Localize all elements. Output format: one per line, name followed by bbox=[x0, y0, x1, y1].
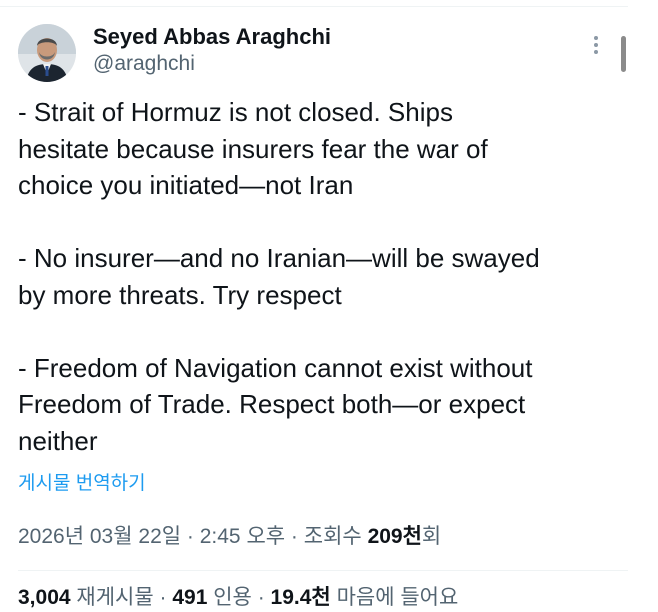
tweet-paragraph: - No insurer—and no Iranian—will be sway… bbox=[18, 243, 540, 310]
author-names: Seyed Abbas Araghchi @araghchi bbox=[93, 24, 331, 78]
engagement-stats: 3,004 재게시물 · 491 인용 · 19.4천 마음에 들어요 bbox=[18, 584, 458, 612]
scrollbar-thumb[interactable] bbox=[621, 36, 626, 72]
retweets-count[interactable]: 3,004 bbox=[18, 586, 71, 609]
more-vertical-icon[interactable] bbox=[588, 36, 604, 60]
avatar[interactable] bbox=[18, 24, 76, 82]
stats-divider bbox=[18, 570, 628, 571]
likes-count[interactable]: 19.4천 bbox=[271, 586, 331, 609]
more-dot bbox=[594, 50, 598, 54]
quotes-count[interactable]: 491 bbox=[172, 586, 207, 609]
translate-post-link[interactable]: 게시물 번역하기 bbox=[18, 472, 146, 496]
author-display-name[interactable]: Seyed Abbas Araghchi bbox=[93, 24, 331, 50]
tweet-paragraph: - Strait of Hormuz is not closed. Ships … bbox=[18, 97, 488, 200]
retweets-label[interactable]: 재게시물 · bbox=[71, 586, 173, 609]
tweet-text: - Strait of Hormuz is not closed. Ships … bbox=[18, 94, 638, 459]
views-label: 조회수 bbox=[303, 525, 368, 548]
likes-label[interactable]: 마음에 들어요 bbox=[331, 586, 459, 609]
views-suffix: 회 bbox=[421, 525, 442, 548]
meta-separator: · bbox=[181, 525, 200, 548]
tweet-header: Seyed Abbas Araghchi @araghchi bbox=[18, 24, 618, 84]
top-divider bbox=[0, 6, 628, 7]
tweet-metadata: 2026년 03월 22일 · 2:45 오후 · 조회수 209천회 bbox=[18, 523, 441, 551]
more-dot bbox=[594, 36, 598, 40]
quotes-label[interactable]: 인용 · bbox=[207, 586, 270, 609]
views-count: 209천 bbox=[367, 525, 422, 548]
tweet-paragraph: - Freedom of Navigation cannot exist wit… bbox=[18, 352, 533, 456]
meta-separator: · bbox=[285, 525, 304, 548]
post-date[interactable]: 2026년 03월 22일 bbox=[18, 525, 181, 548]
profile-photo-icon bbox=[18, 24, 76, 82]
post-time[interactable]: 2:45 오후 bbox=[200, 525, 285, 548]
author-handle[interactable]: @araghchi bbox=[93, 50, 331, 78]
more-dot bbox=[594, 43, 598, 47]
